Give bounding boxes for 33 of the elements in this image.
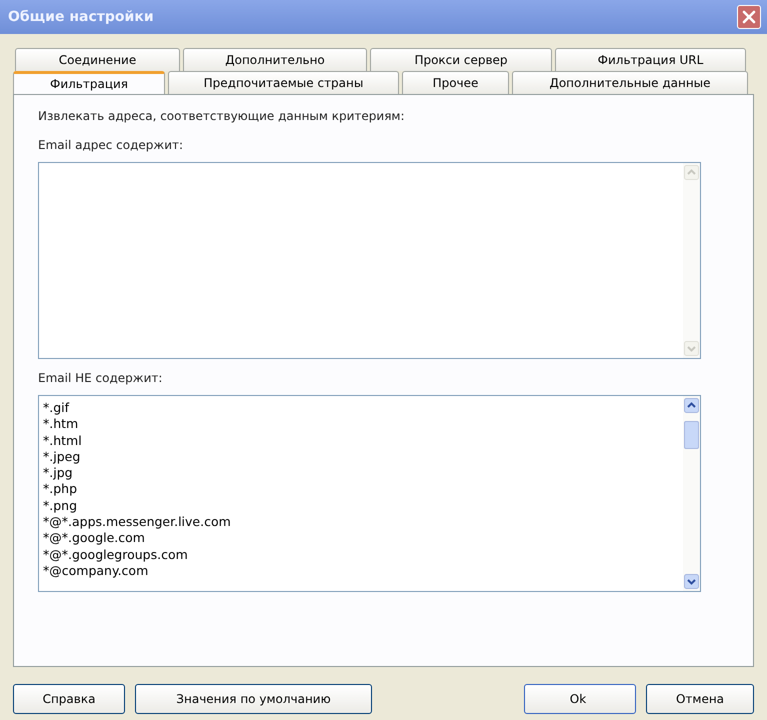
scrollbar[interactable]	[683, 396, 700, 591]
list-entry: *@*.apps.messenger.live.com	[43, 514, 232, 530]
dialog-button[interactable]: Ok	[524, 684, 636, 714]
tab[interactable]: Дополнительно	[183, 48, 367, 71]
scroll-thumb[interactable]	[684, 421, 699, 449]
list-entry: *@*.google.com	[43, 530, 146, 547]
tab[interactable]: Предпочитаемые страны	[168, 71, 399, 94]
list-entry: *.png	[43, 498, 78, 514]
list-entry: *@company.com	[43, 562, 150, 580]
instruction-text: Извлекать адреса, соответствующие данным критериям:	[38, 109, 406, 123]
text-area[interactable]: *.gif *.htm *.html *.jpeg *.jpg *.php *.png *@*.apps.messenger.live.com *@*.google.com *@*.googlegroups.com *@company.com	[38, 395, 701, 592]
dialog-button[interactable]: Справка	[13, 684, 125, 714]
window-title: Общие настройки	[8, 9, 154, 25]
dialog-button[interactable]: Значения по умолчанию	[135, 684, 372, 714]
tab[interactable]: Фильтрация URL	[555, 48, 746, 71]
close-icon[interactable]	[742, 10, 756, 24]
dialog-button[interactable]: Отмена	[646, 684, 754, 714]
field-label: Email адрес содержит:	[38, 138, 184, 152]
tab[interactable]: Фильтрация	[13, 71, 165, 94]
close-button[interactable]	[737, 5, 761, 29]
list-entry: *.jpg	[43, 465, 74, 482]
list-entry: *.jpeg	[43, 448, 82, 466]
list-entry: *.html	[43, 432, 83, 449]
tab[interactable]: Дополнительные данные	[512, 71, 748, 94]
tab[interactable]: Соединение	[15, 48, 180, 71]
text-area[interactable]	[38, 162, 701, 359]
tab[interactable]: Прокси сервер	[370, 48, 552, 71]
tab[interactable]: Прочее	[402, 71, 509, 94]
list-entry: *@*.googlegroups.com	[43, 546, 189, 563]
field-label: Email НЕ содержит:	[38, 371, 164, 385]
list-entry: *.gif	[43, 400, 70, 416]
list-entry: *.php	[43, 481, 78, 498]
list-entry: *.htm	[43, 416, 80, 433]
